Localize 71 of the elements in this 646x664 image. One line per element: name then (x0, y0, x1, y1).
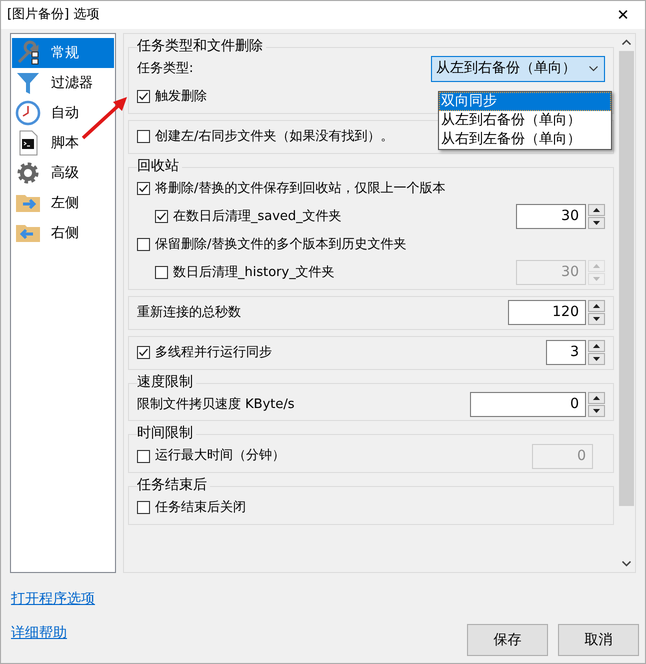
sidebar-item[interactable]: 左侧 (12, 188, 114, 218)
group-title: 任务结束后 (137, 477, 210, 494)
spin-up-button[interactable] (588, 204, 605, 216)
checkbox[interactable] (155, 210, 168, 224)
dropdown-option[interactable]: 从左到右备份（单向） (439, 111, 611, 130)
link[interactable]: 详细帮助 (11, 624, 95, 642)
field-label: 限制文件拷贝速度 KByte/s (137, 396, 295, 412)
triangle-down-icon (593, 277, 600, 282)
spin-up-button[interactable] (588, 300, 605, 312)
triangle-down-icon (593, 317, 600, 322)
triangle-down-icon (593, 408, 600, 413)
checkbox[interactable] (137, 501, 150, 514)
chevron-down-icon (589, 66, 598, 72)
checkbox-label: 任务结束后关闭 (155, 500, 246, 516)
checkbox-label: 在数日后清理_saved_文件夹 (173, 208, 342, 224)
clock-icon (15, 100, 41, 126)
spin-up-button[interactable] (588, 392, 605, 404)
close-button[interactable]: ✕ (601, 1, 645, 29)
checkbox[interactable] (137, 346, 150, 360)
sidebar-item[interactable]: 右侧 (12, 218, 114, 248)
triangle-up-icon (593, 396, 600, 400)
dropdown-option[interactable]: 从右到左备份（单向） (439, 130, 611, 149)
checkbox[interactable] (137, 450, 150, 463)
checkbox-label: 创建左/右同步文件夹（如果没有找到）。 (155, 129, 394, 145)
sidebar-item[interactable]: 常规 (12, 38, 114, 68)
spin-down-button[interactable] (588, 313, 605, 326)
spin-up-button[interactable] (588, 340, 605, 352)
group-title: 回收站 (137, 158, 182, 175)
group-title: 任务类型和文件删除 (137, 38, 266, 55)
number-field[interactable]: 120 (508, 300, 586, 326)
group-title: 速度限制 (137, 374, 196, 390)
triangle-up-icon (593, 208, 600, 212)
number-field: 0 (532, 444, 593, 469)
settings-icon (15, 160, 41, 186)
checkbox-label: 多线程并行运行同步 (155, 344, 272, 360)
dropdown[interactable]: 从左到右备份（单向） (431, 56, 605, 82)
checkbox[interactable] (137, 182, 150, 196)
checkbox[interactable] (137, 238, 150, 252)
triangle-up-icon (593, 304, 600, 308)
sidebar-item[interactable]: 自动 (12, 98, 114, 128)
triangle-up-icon (593, 264, 600, 268)
number-field: 30 (516, 260, 586, 286)
number-field[interactable]: 0 (470, 392, 586, 417)
save-button[interactable]: 保存 (467, 624, 548, 656)
triangle-down-icon (593, 221, 600, 226)
sidebar-item[interactable]: 过滤器 (12, 68, 114, 98)
field-label: 任务类型: (137, 61, 194, 77)
dropdown-option[interactable]: 双向同步 (439, 92, 611, 111)
number-field[interactable]: 30 (516, 204, 586, 230)
checkbox-label: 触发删除 (155, 89, 207, 105)
spin-down-button[interactable] (588, 404, 605, 417)
wrench-checklist-icon (15, 40, 41, 66)
window-title: [图片备份] 选项 (7, 7, 100, 23)
triangle-down-icon (593, 357, 600, 362)
triangle-up-icon (593, 344, 600, 348)
spin-down-button[interactable] (588, 217, 605, 230)
funnel-icon (15, 70, 41, 96)
checkbox[interactable] (137, 90, 150, 104)
checkbox-label: 保留删除/替换文件的多个版本到历史文件夹 (155, 236, 406, 252)
sidebar-item[interactable]: 高级 (12, 158, 114, 188)
sidebar-item[interactable]: 脚本 (12, 128, 114, 158)
cancel-button[interactable]: 取消 (558, 624, 639, 656)
spin-down-button[interactable] (588, 353, 605, 366)
checkbox[interactable] (137, 130, 150, 144)
checkbox-label: 将删除/替换的文件保存到回收站，仅限上一个版本 (155, 180, 446, 196)
link[interactable]: 打开程序选项 (11, 591, 95, 608)
checkbox-label: 运行最大时间（分钟） (155, 448, 285, 464)
checkbox-label: 数日后清理_history_文件夹 (173, 264, 335, 280)
field-label: 重新连接的总秒数 (137, 304, 241, 320)
checkbox[interactable] (155, 266, 168, 280)
number-field[interactable]: 3 (546, 340, 586, 366)
